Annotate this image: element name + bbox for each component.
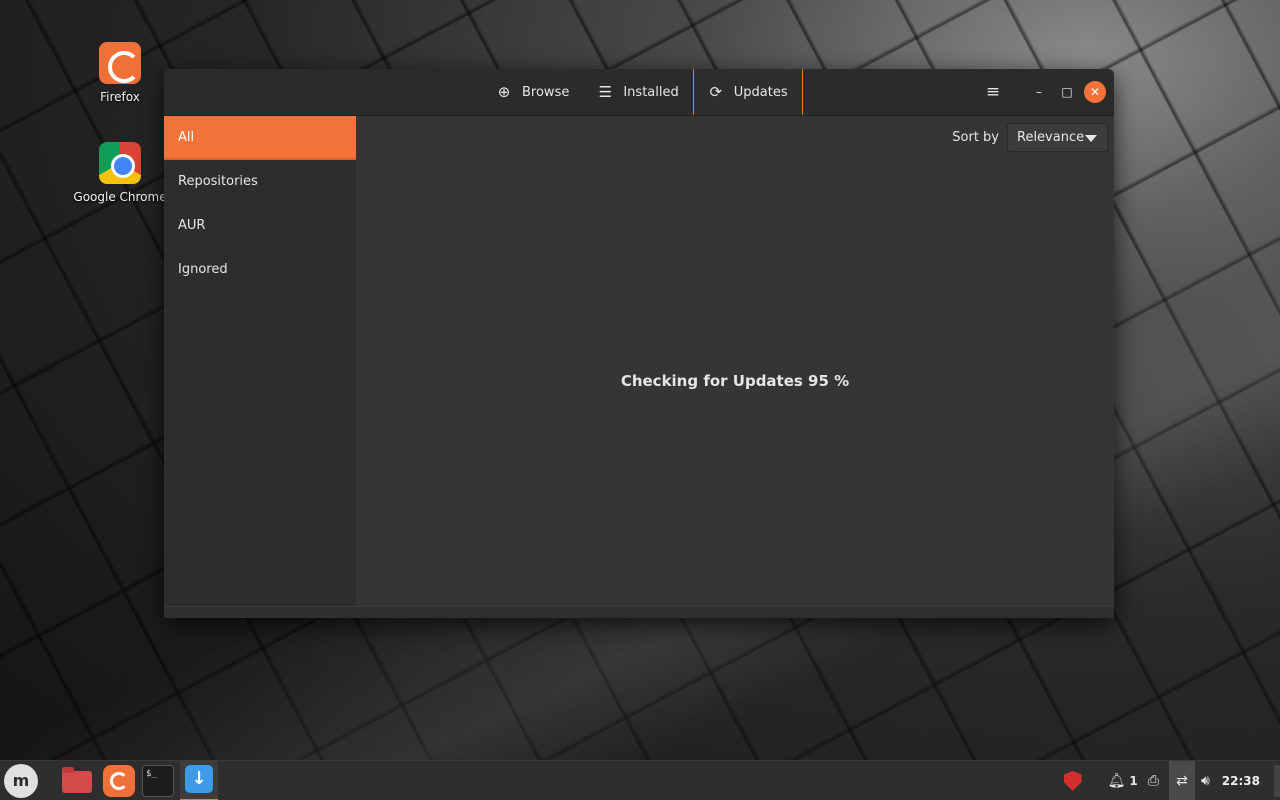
firefox-icon [99,42,141,84]
chrome-icon [99,142,141,184]
desktop-icon-label: Google Chrome [73,190,167,204]
desktop-icon-firefox[interactable]: Firefox [70,42,170,104]
sidebar-item-ignored[interactable]: Ignored [164,248,356,292]
sort-control: Sort by Relevance [952,123,1108,152]
tray-shield[interactable] [1063,771,1098,791]
chevron-down-icon [1085,135,1097,142]
sidebar-item-all[interactable]: All [164,116,356,160]
maximize-button[interactable]: □ [1056,81,1078,103]
refresh-icon: ⟳ [709,83,723,101]
close-button[interactable]: ✕ [1084,81,1106,103]
list-icon: ☰ [598,83,613,101]
system-tray: 🔔︎ 1 ⎙ ⇄ 🔊︎ 22:38 [1063,761,1280,800]
start-menu-button[interactable]: m [4,764,38,798]
filter-sidebar: All Repositories AUR Ignored [164,116,356,606]
clock[interactable]: 22:38 [1222,774,1260,788]
view-tabs: ⊕ Browse ☰ Installed ⟳ Updates [482,69,803,116]
taskbar-pamac-window[interactable]: ↓ [180,761,218,800]
tray-notifications[interactable]: 🔔︎ 1 [1108,773,1138,789]
tab-label: Updates [733,84,788,100]
firefox-icon[interactable] [103,765,135,797]
hamburger-menu-icon[interactable]: ≡ [978,81,1008,103]
volume-icon[interactable]: 🔊︎ [1201,773,1210,789]
download-icon: ↓ [185,765,213,793]
shield-icon [1063,771,1082,791]
bell-icon: 🔔︎ [1107,773,1126,789]
desktop-icon-chrome[interactable]: Google Chrome [70,142,170,204]
desktop-icon-label: Firefox [100,90,140,104]
window-controls: ≡ – □ ✕ [978,81,1106,103]
sidebar-item-aur[interactable]: AUR [164,204,356,248]
tab-label: Installed [623,84,679,100]
bottom-status-bar [164,606,1114,618]
header-bar: ⊕ Browse ☰ Installed ⟳ Updates ≡ – □ ✕ [164,69,1114,116]
sort-selected-value: Relevance [1017,130,1085,145]
network-icon[interactable]: ⇄ [1168,761,1195,800]
tab-updates[interactable]: ⟳ Updates [692,69,803,115]
sidebar-item-repositories[interactable]: Repositories [164,160,356,204]
sort-dropdown[interactable]: Relevance [1007,123,1108,152]
globe-icon: ⊕ [497,83,511,101]
printer-icon[interactable]: ⎙ [1148,773,1159,789]
updates-content: Sort by Relevance Checking for Updates 9… [356,116,1114,606]
tab-label: Browse [522,84,570,100]
taskbar: m $_ ↓ 🔔︎ 1 ⎙ ⇄ 🔊︎ 22:38 [0,760,1280,800]
package-manager-window: ⊕ Browse ☰ Installed ⟳ Updates ≡ – □ ✕ A… [164,69,1114,618]
show-desktop-button[interactable] [1274,765,1280,797]
minimize-button[interactable]: – [1028,81,1050,103]
notification-count: 1 [1129,774,1138,788]
tab-browse[interactable]: ⊕ Browse [482,69,583,115]
terminal-icon[interactable]: $_ [142,765,174,797]
sort-label: Sort by [952,130,999,145]
files-icon[interactable] [62,767,92,793]
update-status-message: Checking for Updates 95 % [620,372,850,390]
tab-installed[interactable]: ☰ Installed [583,69,692,115]
